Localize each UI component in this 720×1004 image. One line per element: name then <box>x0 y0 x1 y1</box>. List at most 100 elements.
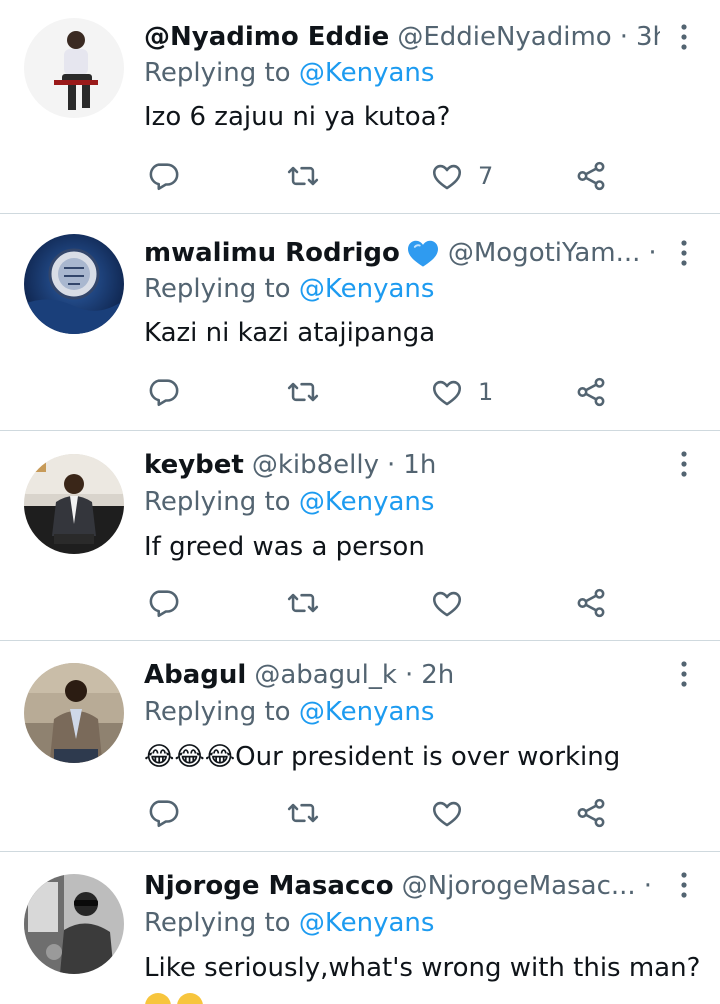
like-count: 7 <box>478 162 494 190</box>
more-vertical-icon[interactable] <box>678 238 690 268</box>
timestamp[interactable]: 1h <box>403 450 436 480</box>
like-icon <box>432 591 462 617</box>
replying-to: Replying to @Kenyans <box>144 58 434 88</box>
separator-dot: · <box>619 22 628 52</box>
reply-button[interactable] <box>146 156 180 196</box>
replying-to-label: Replying to <box>144 58 291 88</box>
share-button[interactable] <box>574 793 608 833</box>
share-icon <box>577 588 605 618</box>
retweet-icon <box>287 382 319 402</box>
replying-to: Replying to @Kenyans <box>144 697 434 727</box>
display-name[interactable]: mwalimu Rodrigo <box>144 238 400 268</box>
replying-to-label: Replying to <box>144 274 291 304</box>
replying-to: Replying to @Kenyans <box>144 487 434 517</box>
tweet-text: 😂😂😂Our president is over working <box>144 742 620 772</box>
user-handle[interactable]: @EddieNyadimo <box>397 22 611 52</box>
mention-link[interactable]: @Kenyans <box>299 274 435 304</box>
replying-to-label: Replying to <box>144 487 291 517</box>
tweet-header: mwalimu Rodrigo @MogotiYam... · 2h <box>144 234 660 272</box>
mention-link[interactable]: @Kenyans <box>299 58 435 88</box>
retweet-button[interactable] <box>286 156 320 196</box>
replying-to: Replying to @Kenyans <box>144 908 434 938</box>
replying-to: Replying to @Kenyans <box>144 274 434 304</box>
share-icon <box>577 161 605 191</box>
separator-dot: · <box>404 660 414 690</box>
action-bar <box>144 793 624 833</box>
share-button[interactable] <box>574 156 608 196</box>
reply-icon <box>149 590 179 618</box>
user-handle[interactable]: @kib8elly <box>252 450 379 480</box>
tweet[interactable]: Abagul @abagul_k · 2h Replying to @Kenya… <box>0 641 720 852</box>
action-bar <box>144 583 624 623</box>
retweet-button[interactable] <box>286 372 320 412</box>
more-vertical-icon[interactable] <box>678 659 690 689</box>
avatar[interactable] <box>24 663 124 763</box>
reply-icon <box>149 163 179 191</box>
like-icon <box>432 164 462 190</box>
reply-feed: @Nyadimo Eddie @EddieNyadimo · 3h Replyi… <box>0 0 720 1004</box>
user-handle[interactable]: @abagul_k <box>254 660 397 690</box>
more-vertical-icon[interactable] <box>678 870 690 900</box>
tweet-header: Njoroge Masacco @NjorogeMasac... · 1h <box>144 867 660 905</box>
display-name[interactable]: Njoroge Masacco <box>144 871 394 901</box>
retweet-button[interactable] <box>286 793 320 833</box>
tweet[interactable]: mwalimu Rodrigo @MogotiYam... · 2h Reply… <box>0 214 720 431</box>
share-button[interactable] <box>574 372 608 412</box>
reply-icon <box>149 379 179 407</box>
reply-icon <box>149 800 179 828</box>
display-name[interactable]: @Nyadimo Eddie <box>144 22 389 52</box>
share-button[interactable] <box>574 583 608 623</box>
mention-link[interactable]: @Kenyans <box>299 487 435 517</box>
timestamp[interactable]: 3h <box>636 22 660 52</box>
retweet-icon <box>287 593 319 613</box>
more-vertical-icon[interactable] <box>678 22 690 52</box>
tweet-text: Izo 6 zajuu ni ya kutoa? <box>144 102 451 132</box>
reply-button[interactable] <box>146 793 180 833</box>
user-handle[interactable]: @NjorogeMasac... <box>402 871 636 901</box>
like-icon <box>432 380 462 406</box>
tweet-text: If greed was a person <box>144 532 425 562</box>
tweet[interactable]: Njoroge Masacco @NjorogeMasac... · 1h Re… <box>0 852 720 1004</box>
avatar[interactable] <box>24 234 124 334</box>
like-button[interactable] <box>430 793 464 833</box>
blue-heart-emoji-icon <box>407 240 438 267</box>
action-bar: 1 <box>144 372 624 412</box>
like-button[interactable]: 1 <box>430 372 493 412</box>
reply-button[interactable] <box>146 372 180 412</box>
tweet-header: Abagul @abagul_k · 2h <box>144 656 660 694</box>
like-button[interactable] <box>430 583 464 623</box>
like-icon <box>432 801 462 827</box>
separator-dot: · <box>387 450 396 480</box>
avatar[interactable] <box>24 874 124 974</box>
separator-dot: · <box>648 238 657 268</box>
replying-to-label: Replying to <box>144 697 291 727</box>
user-handle[interactable]: @MogotiYam... <box>448 238 641 268</box>
share-icon <box>577 798 605 828</box>
mention-link[interactable]: @Kenyans <box>299 697 435 727</box>
tweet-text-content: Our president is over working <box>235 742 621 772</box>
tweet-header: keybet @kib8elly · 1h <box>144 446 660 484</box>
tweet[interactable]: keybet @kib8elly · 1h Replying to @Kenya… <box>0 431 720 641</box>
action-bar: 7 <box>144 156 624 196</box>
tweet[interactable]: @Nyadimo Eddie @EddieNyadimo · 3h Replyi… <box>0 0 720 214</box>
retweet-icon <box>287 166 319 186</box>
display-name[interactable]: keybet <box>144 450 244 480</box>
avatar[interactable] <box>24 18 124 118</box>
laughing-emoji-icon: 😂😂😂 <box>144 742 236 772</box>
separator-dot: · <box>643 871 652 901</box>
like-count: 1 <box>478 378 494 406</box>
retweet-icon <box>287 803 319 823</box>
tweet-header: @Nyadimo Eddie @EddieNyadimo · 3h <box>144 18 660 56</box>
avatar[interactable] <box>24 454 124 554</box>
mention-link[interactable]: @Kenyans <box>299 908 435 938</box>
reply-button[interactable] <box>146 583 180 623</box>
timestamp[interactable]: 2h <box>421 660 454 690</box>
like-button[interactable]: 7 <box>430 156 493 196</box>
replying-to-label: Replying to <box>144 908 291 938</box>
more-vertical-icon[interactable] <box>678 449 690 479</box>
display-name[interactable]: Abagul <box>144 660 246 690</box>
tweet-text: Kazi ni kazi atajipanga <box>144 318 436 348</box>
retweet-button[interactable] <box>286 583 320 623</box>
laughing-emoji-icon <box>144 992 214 1004</box>
tweet-text: Like seriously,what's wrong with this ma… <box>144 953 701 983</box>
